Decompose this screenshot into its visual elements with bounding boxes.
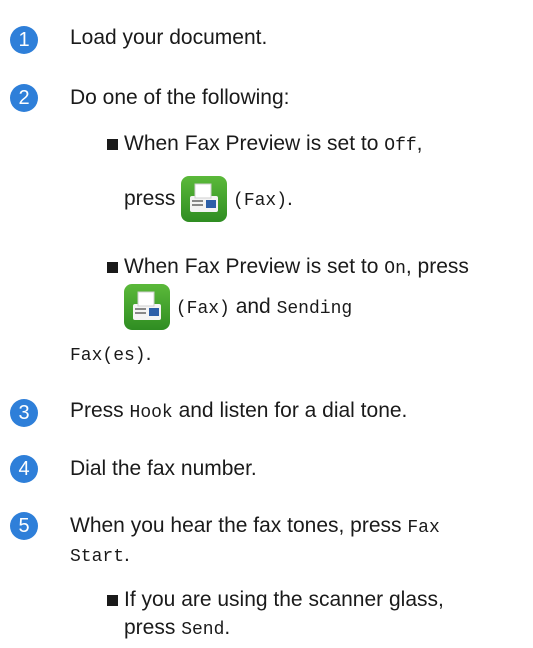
step-5-line2: Start. bbox=[70, 541, 130, 571]
step-3-number: 3 bbox=[10, 399, 38, 427]
fax-machine-icon bbox=[124, 284, 170, 331]
square-bullet-icon bbox=[107, 262, 118, 273]
code-send: Send bbox=[181, 620, 225, 640]
step-4-text: Dial the fax number. bbox=[70, 457, 257, 480]
bullet-5-press: press bbox=[124, 616, 182, 639]
bullet-scanner-glass: If you are using the scanner glass, bbox=[124, 588, 444, 611]
code-fax-a: (Fax) bbox=[233, 191, 288, 211]
step-4-number: 4 bbox=[10, 455, 38, 483]
bullet-b-fax-line: (Fax) and Sending bbox=[124, 284, 352, 332]
step-1-number: 1 bbox=[10, 26, 38, 54]
square-bullet-icon bbox=[107, 595, 118, 606]
bullet-scanner-press-line: press Send. bbox=[124, 614, 230, 644]
step-2-number: 2 bbox=[10, 84, 38, 112]
code-on: On bbox=[384, 259, 406, 279]
code-fax: Fax bbox=[407, 518, 440, 538]
bullet-b-last-line: Fax(es). bbox=[70, 340, 151, 370]
square-bullet-icon bbox=[107, 139, 118, 150]
bullet-a-pre: When Fax Preview is set to bbox=[124, 132, 385, 155]
fax-machine-icon bbox=[181, 176, 228, 223]
bullet-a-press: press bbox=[124, 187, 182, 210]
bullet-b-end: . bbox=[145, 342, 152, 365]
step-3-text: Press Hook and listen for a dial tone. bbox=[70, 397, 407, 427]
bullet-5-end: . bbox=[224, 616, 231, 639]
bullet-fax-preview-on: When Fax Preview is set to On, press bbox=[124, 253, 469, 283]
code-sending: Sending bbox=[276, 299, 353, 319]
code-start: Start bbox=[70, 547, 125, 567]
step-5-pre: When you hear the fax tones, press bbox=[70, 514, 408, 537]
code-fax-b: (Fax) bbox=[175, 299, 230, 319]
bullet-b-pre: When Fax Preview is set to bbox=[124, 255, 385, 278]
bullet-a-post: , bbox=[416, 132, 423, 155]
step-3-post: and listen for a dial tone. bbox=[172, 399, 408, 422]
step-3-pre: Press bbox=[70, 399, 130, 422]
bullet-fax-preview-off: When Fax Preview is set to Off, bbox=[124, 130, 423, 160]
step-1-text: Load your document. bbox=[70, 26, 268, 49]
step-5-text: When you hear the fax tones, press Fax bbox=[70, 512, 440, 542]
code-off: Off bbox=[384, 136, 417, 156]
bullet-b-and: and bbox=[229, 295, 277, 318]
step-5-end: . bbox=[124, 543, 130, 566]
code-faxes: Fax(es) bbox=[70, 346, 146, 366]
step-2-text: Do one of the following: bbox=[70, 86, 290, 109]
bullet-a-press-line: press (Fax). bbox=[124, 176, 293, 224]
step-5-number: 5 bbox=[10, 512, 38, 540]
bullet-a-end: . bbox=[287, 187, 293, 210]
bullet-b-post: , press bbox=[405, 255, 469, 278]
code-hook: Hook bbox=[129, 403, 173, 423]
